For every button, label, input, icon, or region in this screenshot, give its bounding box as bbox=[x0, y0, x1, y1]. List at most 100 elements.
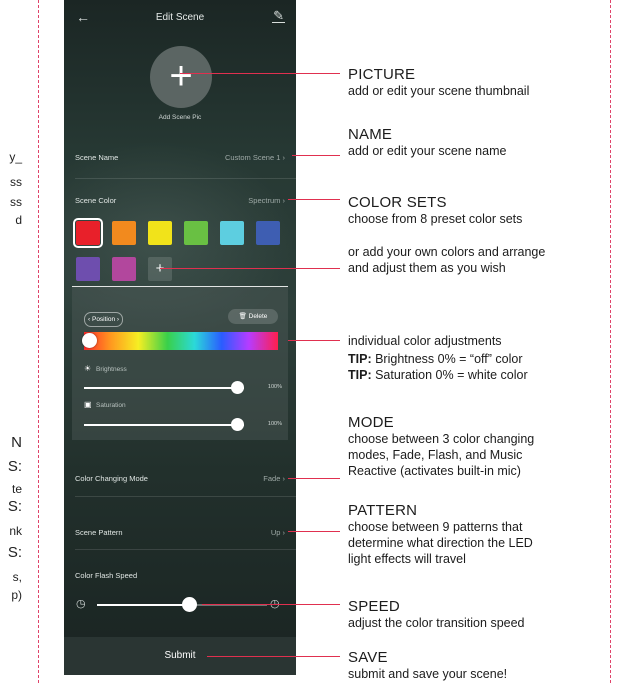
callout-line-pattern bbox=[288, 531, 340, 532]
callout-desc: add or edit your scene thumbnail bbox=[348, 84, 530, 98]
callout-line-add-colors bbox=[160, 268, 340, 269]
scene-pattern-row[interactable]: Scene Pattern Up › bbox=[75, 528, 285, 537]
callout-desc: add or edit your scene name bbox=[348, 144, 507, 158]
color-swatch[interactable] bbox=[184, 221, 208, 245]
saturation-value: 100% bbox=[267, 421, 282, 427]
color-swatch[interactable] bbox=[256, 221, 280, 245]
clipped-text: d bbox=[15, 213, 22, 227]
clipped-text: s, bbox=[12, 570, 22, 584]
brightness-label: ☀ Brightness bbox=[84, 364, 127, 373]
speed-slider-fill bbox=[97, 604, 189, 606]
callout-tip: TIP: Saturation 0% = white color bbox=[348, 368, 528, 382]
page-title: Edit Scene bbox=[155, 12, 205, 23]
color-swatch[interactable] bbox=[220, 221, 244, 245]
clipped-text: p) bbox=[11, 588, 22, 602]
callout-desc: light effects will travel bbox=[348, 552, 466, 566]
clipped-text: y_ bbox=[9, 150, 22, 164]
top-bar: ← Edit Scene ✎ bbox=[64, 0, 296, 36]
callout-title: NAME bbox=[348, 126, 393, 143]
callout-pattern: PATTERN choose between 9 patterns that d… bbox=[348, 502, 533, 567]
color-changing-mode-row[interactable]: Color Changing Mode Fade › bbox=[75, 474, 285, 483]
mode-value: Fade › bbox=[263, 474, 285, 483]
brightness-value: 100% bbox=[267, 384, 282, 390]
callout-desc: or add your own colors and arrange bbox=[348, 245, 546, 259]
callout-add-colors: or add your own colors and arrange and a… bbox=[348, 244, 545, 276]
pencil-icon[interactable]: ✎ bbox=[272, 8, 285, 24]
panel-divider bbox=[72, 286, 288, 287]
callout-desc: submit and save your scene! bbox=[348, 667, 508, 681]
callout-title: MODE bbox=[348, 414, 394, 431]
saturation-slider[interactable] bbox=[84, 418, 244, 431]
callout-desc: adjust the color transition speed bbox=[348, 616, 525, 630]
color-swatch[interactable] bbox=[112, 221, 136, 245]
clipped-text: N bbox=[11, 434, 22, 451]
slow-speed-icon: ◷ bbox=[76, 598, 86, 610]
hue-slider[interactable] bbox=[82, 332, 278, 350]
sun-icon: ☀ bbox=[84, 364, 92, 373]
brightness-slider-thumb[interactable] bbox=[231, 381, 244, 394]
callout-line-mode bbox=[288, 478, 340, 479]
dashed-guide-left bbox=[38, 0, 39, 683]
callout-adjust: individual color adjustments TIP: Bright… bbox=[348, 333, 528, 383]
plus-icon: + bbox=[169, 54, 193, 98]
callout-desc: and adjust them as you wish bbox=[348, 261, 506, 275]
callout-save: SAVE submit and save your scene! bbox=[348, 649, 507, 682]
dashed-guide-right bbox=[610, 0, 611, 683]
position-stepper[interactable]: ‹ Position › bbox=[84, 312, 124, 327]
pattern-label: Scene Pattern bbox=[75, 528, 123, 537]
callout-title: PATTERN bbox=[348, 502, 418, 519]
divider bbox=[75, 549, 296, 550]
color-adjust-panel: ‹ Position › 🗑 Delete ☀ Brightness 100% ▣… bbox=[72, 286, 288, 440]
callout-mode: MODE choose between 3 color changing mod… bbox=[348, 414, 534, 479]
speed-label: Color Flash Speed bbox=[75, 571, 138, 580]
callout-line-save bbox=[207, 656, 340, 657]
callout-desc: individual color adjustments bbox=[348, 334, 502, 348]
color-swatch[interactable] bbox=[148, 221, 172, 245]
add-color-button[interactable]: + bbox=[148, 257, 172, 281]
callout-speed: SPEED adjust the color transition speed bbox=[348, 598, 525, 631]
scene-name-value: Custom Scene 1 › bbox=[224, 153, 285, 162]
callout-line-picture bbox=[180, 73, 340, 74]
delete-label: Delete bbox=[248, 313, 268, 320]
phone-screen: ← Edit Scene ✎ + Add Scene Pic Scene Nam… bbox=[64, 0, 296, 675]
delete-button[interactable]: 🗑 Delete bbox=[228, 309, 278, 324]
clipped-text: S: bbox=[7, 544, 22, 561]
callout-desc: determine what direction the LED bbox=[348, 536, 533, 550]
divider bbox=[75, 496, 296, 497]
mode-label: Color Changing Mode bbox=[75, 474, 148, 483]
clipped-text: ss bbox=[10, 195, 22, 209]
saturation-slider-thumb[interactable] bbox=[231, 418, 244, 431]
callout-title: SPEED bbox=[348, 598, 400, 615]
divider bbox=[75, 178, 296, 179]
callout-desc: choose between 3 color changing bbox=[348, 432, 535, 446]
hue-slider-thumb[interactable] bbox=[82, 333, 97, 348]
add-scene-pic-button[interactable]: + bbox=[150, 46, 212, 108]
callout-desc: choose from 8 preset color sets bbox=[348, 212, 523, 226]
scene-name-row[interactable]: Scene Name Custom Scene 1 › bbox=[75, 153, 285, 162]
clipped-text: nk bbox=[9, 524, 22, 538]
clipped-text: S: bbox=[7, 458, 22, 475]
saturation-label: ▣ Saturation bbox=[84, 400, 126, 409]
brightness-slider[interactable] bbox=[84, 381, 244, 394]
callout-title: SAVE bbox=[348, 649, 388, 666]
color-swatch[interactable] bbox=[112, 257, 136, 281]
callout-line-name bbox=[292, 155, 340, 156]
callout-desc: choose between 9 patterns that bbox=[348, 520, 523, 534]
speed-slider-thumb[interactable] bbox=[181, 597, 197, 612]
scene-color-row[interactable]: Scene Color Spectrum › bbox=[75, 196, 285, 205]
callout-title: COLOR SETS bbox=[348, 194, 447, 211]
callout-title: PICTURE bbox=[348, 66, 416, 83]
callout-picture: PICTURE add or edit your scene thumbnail bbox=[348, 66, 529, 99]
color-swatch[interactable] bbox=[73, 218, 103, 248]
callout-line-adjust bbox=[288, 340, 340, 341]
callout-tip: TIP: Brightness 0% = “off” color bbox=[348, 352, 523, 366]
callout-color-sets: COLOR SETS choose from 8 preset color se… bbox=[348, 194, 522, 227]
clipped-text: te bbox=[11, 482, 22, 496]
callout-line-color-sets bbox=[288, 199, 340, 200]
clipped-text: S: bbox=[7, 498, 22, 515]
callout-name: NAME add or edit your scene name bbox=[348, 126, 506, 159]
callout-desc: Reactive (activates built-in mic) bbox=[348, 464, 521, 478]
clipped-text: ss bbox=[10, 175, 22, 189]
callout-desc: modes, Fade, Flash, and Music bbox=[348, 448, 523, 462]
color-swatch[interactable] bbox=[76, 257, 100, 281]
